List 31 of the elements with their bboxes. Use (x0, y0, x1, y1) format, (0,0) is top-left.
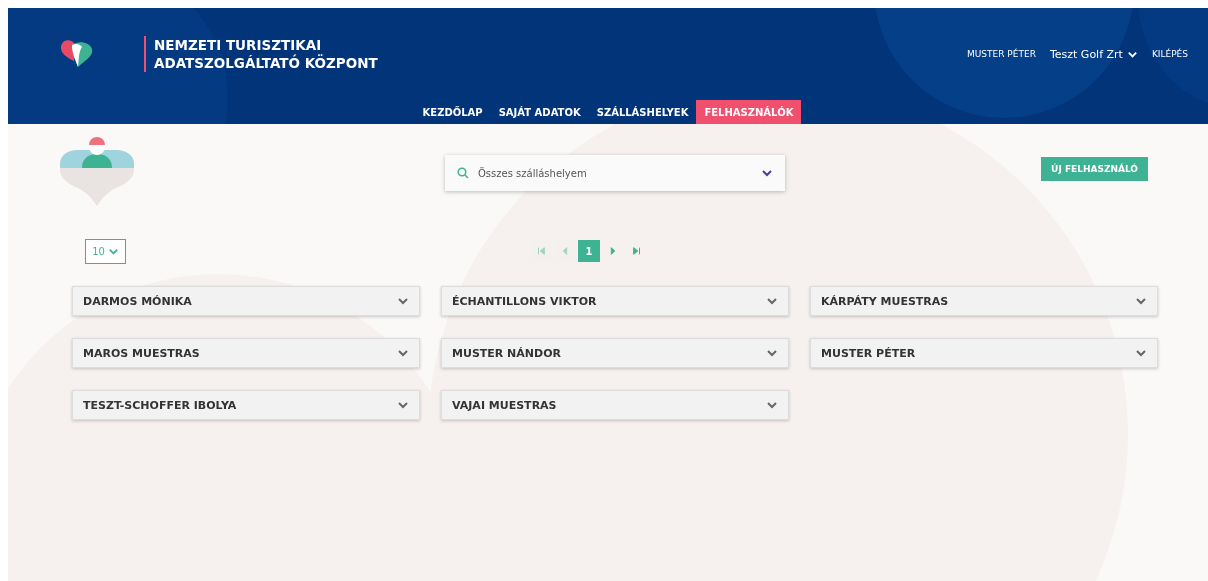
chevron-down-icon (761, 167, 773, 179)
search-icon (457, 167, 469, 179)
chevron-down-icon (1135, 347, 1147, 359)
user-accordion[interactable]: KÁRPÁTY MUESTRAS (810, 286, 1158, 316)
user-accordion[interactable]: VAJAI MUESTRAS (441, 390, 789, 420)
chevron-down-icon (766, 347, 778, 359)
company-dropdown[interactable]: Teszt Golf Zrt (1049, 47, 1138, 61)
left-arrow-icon (536, 246, 546, 256)
chevron-down-icon (766, 295, 778, 307)
search-field[interactable]: Összes szálláshelyem (445, 155, 785, 191)
right-arrow-icon (608, 246, 618, 256)
user-accordion[interactable]: MUSTER PÉTER (810, 338, 1158, 368)
user-accordion[interactable]: MAROS MUESTRAS (72, 338, 420, 368)
chevron-down-icon (397, 295, 409, 307)
user-accordion[interactable]: MUSTER NÁNDOR (441, 338, 789, 368)
user-name: MUSTER PÉTER (967, 49, 1036, 59)
site-title: NEMZETI TURISZTIKAI (154, 36, 323, 54)
logout-link[interactable]: KILÉPÉS (1151, 49, 1188, 59)
right-arrow-icon (632, 246, 642, 256)
left-arrow-icon (560, 246, 570, 256)
chevron-down-icon (1135, 295, 1147, 307)
user-accordion[interactable]: TESZT-SCHOFFER IBOLYA (72, 390, 420, 420)
chevron-down-icon (766, 399, 778, 411)
nav-tab[interactable]: SZÁLLÁSHELYEK (588, 100, 697, 124)
chevron-down-icon (397, 347, 409, 359)
user-accordion[interactable]: ÉCHANTILLONS VIKTOR (441, 286, 789, 316)
nav-tab[interactable]: SAJÁT ADATOK (490, 100, 589, 124)
nav-tab[interactable]: KEZDŐLAP (414, 100, 491, 124)
site-title: ADATSZOLGÁLTATÓ KÖZPONT (154, 54, 378, 72)
chevron-down-icon (397, 399, 409, 411)
user-accordion[interactable]: DARMOS MÓNIKA (72, 286, 420, 316)
